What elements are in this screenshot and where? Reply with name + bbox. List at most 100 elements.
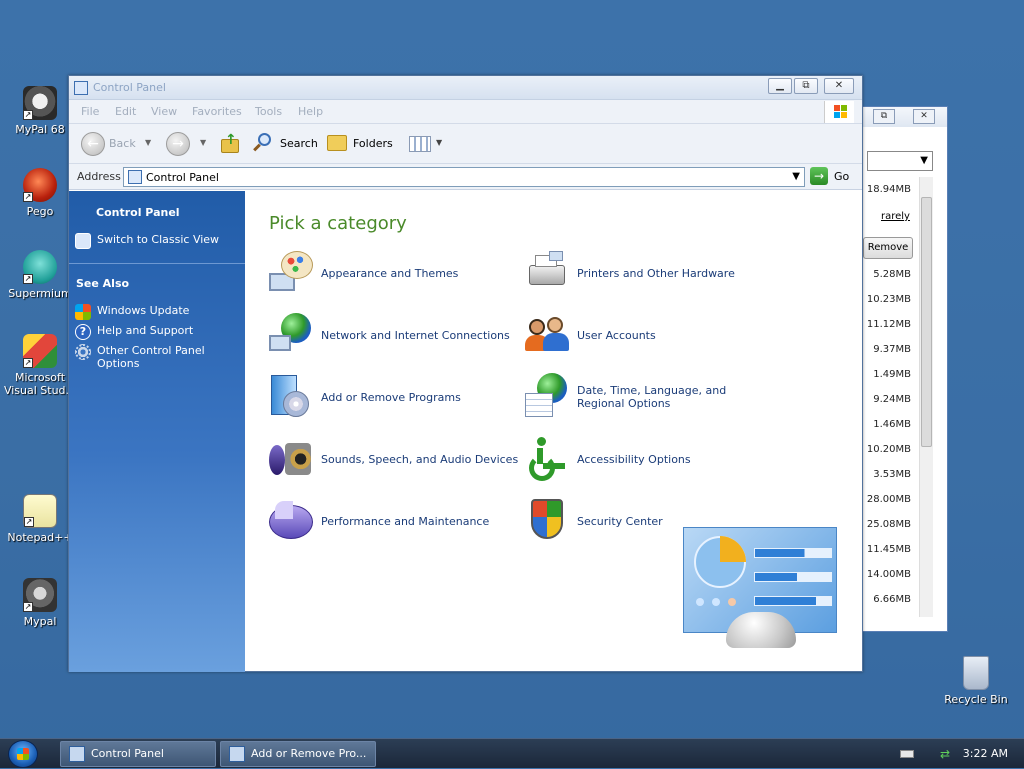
- programs-icon: [229, 746, 245, 762]
- chevron-down-icon[interactable]: ▼: [792, 171, 800, 182]
- menu-tools[interactable]: Tools: [255, 105, 282, 118]
- mypal-icon: ↗: [23, 578, 57, 612]
- window-titlebar[interactable]: ⧉ ✕: [863, 107, 947, 127]
- control-panel-icon: [69, 746, 85, 762]
- scroll-thumb[interactable]: [921, 197, 932, 447]
- help-and-support-link[interactable]: ? Help and Support: [75, 324, 193, 340]
- program-size: 1.49MB: [873, 369, 911, 380]
- start-button[interactable]: [8, 740, 38, 768]
- control-panel-illustration: [683, 527, 837, 648]
- vertical-scrollbar[interactable]: [919, 177, 933, 617]
- restore-button[interactable]: ⧉: [873, 109, 895, 124]
- category-user-accounts[interactable]: User Accounts: [523, 311, 777, 359]
- page-title: Pick a category: [269, 213, 407, 234]
- switch-to-classic-view-link[interactable]: Switch to Classic View: [75, 233, 219, 249]
- views-icon[interactable]: [409, 136, 431, 152]
- control-panel-icon: [74, 81, 88, 95]
- see-also-title: See Also: [76, 277, 130, 290]
- network-tray-icon[interactable]: ⇄: [940, 747, 954, 761]
- go-button[interactable]: → Go: [810, 167, 856, 187]
- menu-view[interactable]: View: [151, 105, 177, 118]
- recycle-bin-icon: [963, 656, 989, 690]
- category-add-remove-programs[interactable]: Add or Remove Programs: [267, 373, 521, 421]
- task-label: Control Panel: [91, 747, 164, 760]
- folders-icon[interactable]: [327, 135, 347, 151]
- search-icon[interactable]: [253, 133, 273, 153]
- taskbar-button-control-panel[interactable]: Control Panel: [60, 741, 216, 767]
- category-label: Sounds, Speech, and Audio Devices: [321, 452, 519, 466]
- category-label: Performance and Maintenance: [321, 514, 490, 528]
- close-button[interactable]: ✕: [824, 78, 854, 94]
- task-pane: Control Panel Switch to Classic View See…: [69, 191, 245, 672]
- category-appearance[interactable]: Appearance and Themes: [267, 249, 521, 297]
- link-label: Other Control Panel Options: [97, 344, 205, 370]
- link-label: Windows Update: [97, 304, 190, 317]
- back-dropdown-icon[interactable]: ▼: [145, 138, 151, 147]
- category-performance[interactable]: Performance and Maintenance: [267, 497, 521, 545]
- visual-studio-icon: ↗: [23, 334, 57, 368]
- back-arrow-icon[interactable]: ←: [81, 132, 105, 156]
- category-accessibility[interactable]: Accessibility Options: [523, 435, 777, 483]
- category-label: User Accounts: [577, 328, 656, 342]
- address-value: Control Panel: [146, 171, 219, 184]
- program-size: 9.24MB: [873, 394, 911, 405]
- help-icon: ?: [75, 324, 91, 340]
- close-button[interactable]: ✕: [913, 109, 935, 124]
- program-size: 11.45MB: [866, 544, 911, 555]
- sort-by-dropdown[interactable]: ▼: [867, 151, 933, 171]
- taskbar-button-add-remove-programs[interactable]: Add or Remove Pro...: [220, 741, 376, 767]
- control-panel-window[interactable]: Control Panel ▁ ⧉ ✕ File Edit View Favor…: [68, 75, 863, 672]
- raccoon-icon: ↗: [23, 86, 57, 120]
- minimize-button[interactable]: ▁: [768, 78, 792, 94]
- go-label: Go: [834, 170, 850, 183]
- category-view: Pick a category Appearance and Themes Pr…: [245, 191, 862, 671]
- keyboard-icon[interactable]: [900, 750, 914, 758]
- up-folder-icon[interactable]: ↑: [219, 132, 241, 154]
- remove-button[interactable]: Remove: [863, 237, 913, 259]
- window-titlebar[interactable]: Control Panel ▁ ⧉ ✕: [69, 76, 862, 100]
- switch-view-label: Switch to Classic View: [97, 233, 220, 246]
- menu-edit[interactable]: Edit: [115, 105, 136, 118]
- notepadpp-icon: ↗: [23, 494, 57, 528]
- category-network[interactable]: Network and Internet Connections: [267, 311, 521, 359]
- program-size: 11.12MB: [866, 319, 911, 330]
- program-size: 25.08MB: [866, 519, 911, 530]
- windows-update-link[interactable]: Windows Update: [75, 304, 189, 320]
- address-field[interactable]: Control Panel ▼: [123, 167, 805, 187]
- used-frequency-link[interactable]: rarely: [881, 211, 910, 222]
- taskbar: Control Panel Add or Remove Pro... ⇄ 3:2…: [0, 738, 1024, 768]
- users-icon: [523, 311, 571, 359]
- add-remove-programs-window[interactable]: ⧉ ✕ ▼ 18.94MB rarely Remove 5.28MB 10.23…: [862, 106, 948, 632]
- programs-icon: [267, 373, 315, 421]
- system-tray: ⇄ 3:22 AM: [884, 739, 1024, 769]
- menu-file[interactable]: File: [81, 105, 99, 118]
- performance-icon: [267, 497, 315, 545]
- accessibility-icon: [523, 435, 571, 483]
- address-label: Address: [77, 170, 121, 183]
- pane-title: Control Panel: [96, 206, 180, 219]
- program-size: 10.23MB: [866, 294, 911, 305]
- desktop-icon-recycle-bin[interactable]: Recycle Bin: [936, 656, 1016, 706]
- views-dropdown-icon[interactable]: ▼: [436, 138, 442, 147]
- category-label: Accessibility Options: [577, 452, 691, 466]
- desktop-icon-label: Recycle Bin: [944, 693, 1008, 706]
- menu-help[interactable]: Help: [298, 105, 323, 118]
- folders-button[interactable]: Folders: [353, 137, 393, 150]
- supermium-icon: ↗: [23, 250, 57, 284]
- clock[interactable]: 3:22 AM: [963, 747, 1008, 760]
- shield-icon: [523, 497, 571, 545]
- program-size: 3.53MB: [873, 469, 911, 480]
- menu-favorites[interactable]: Favorites: [192, 105, 242, 118]
- maximize-button[interactable]: ⧉: [794, 78, 818, 94]
- back-button[interactable]: Back: [109, 137, 136, 150]
- chevron-down-icon: ▼: [920, 155, 928, 166]
- category-date-time-language[interactable]: Date, Time, Language, and Regional Optio…: [523, 373, 777, 421]
- forward-arrow-icon[interactable]: →: [166, 132, 190, 156]
- other-options-link[interactable]: Other Control Panel Options: [75, 344, 205, 370]
- category-sounds[interactable]: Sounds, Speech, and Audio Devices: [267, 435, 521, 483]
- search-button[interactable]: Search: [280, 137, 318, 150]
- program-size: 5.28MB: [873, 269, 911, 280]
- category-printers[interactable]: Printers and Other Hardware: [523, 249, 777, 297]
- forward-dropdown-icon[interactable]: ▼: [200, 138, 206, 147]
- category-label: Network and Internet Connections: [321, 328, 510, 342]
